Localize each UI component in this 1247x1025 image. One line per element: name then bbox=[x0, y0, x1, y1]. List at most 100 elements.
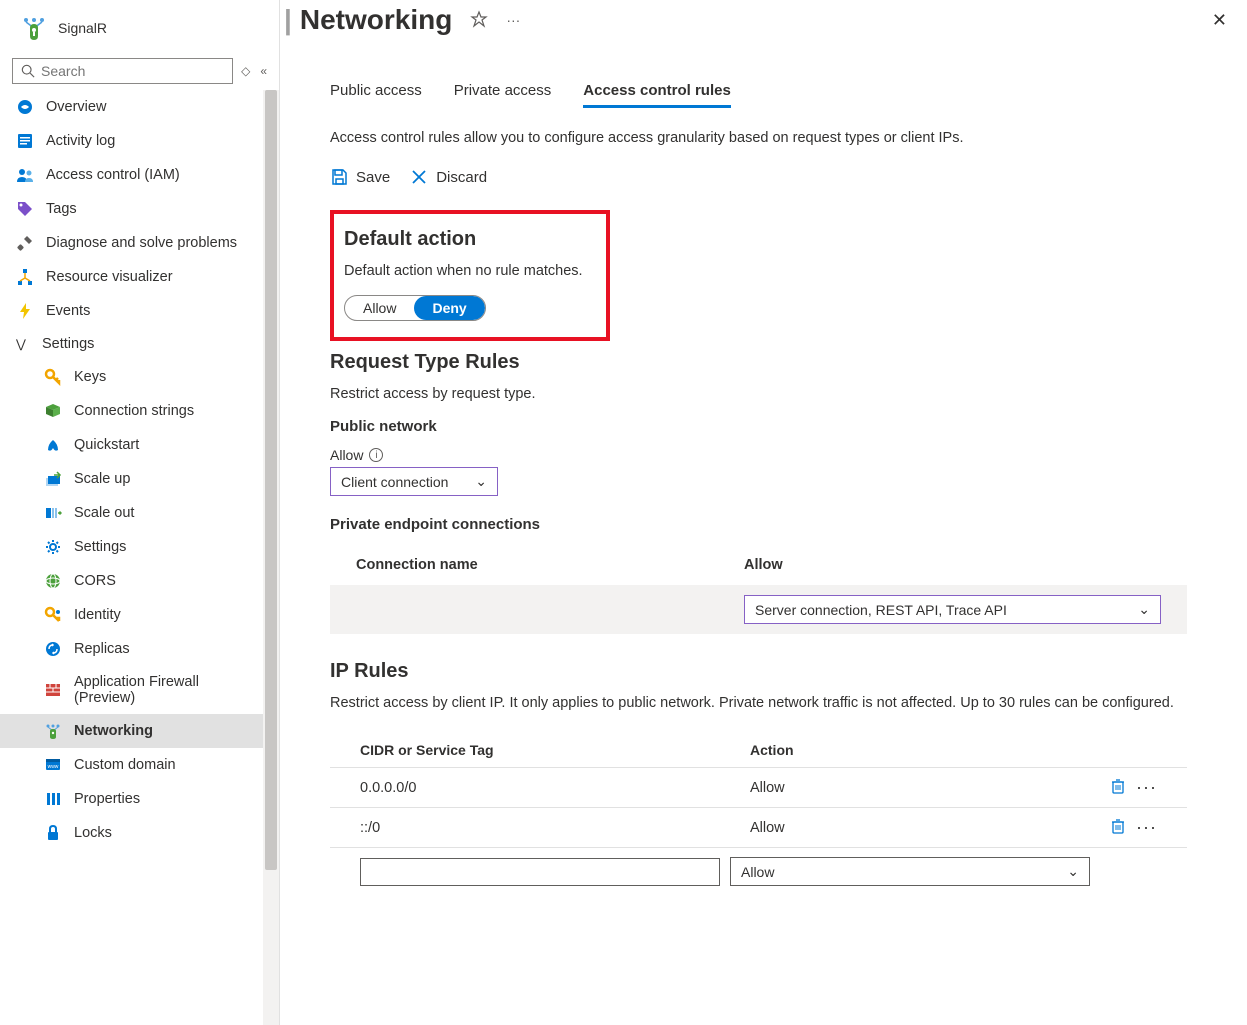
nav-keys[interactable]: Keys bbox=[0, 360, 263, 394]
nav-label: Access control (IAM) bbox=[46, 167, 253, 183]
locks-icon bbox=[44, 824, 62, 842]
nav-list: Overview Activity log Access control (IA… bbox=[0, 90, 279, 1025]
intro-text: Access control rules allow you to config… bbox=[330, 130, 1187, 146]
quickstart-icon bbox=[44, 436, 62, 454]
tab-public-access[interactable]: Public access bbox=[330, 76, 422, 108]
chevron-down-icon: ⌄ bbox=[1067, 863, 1079, 880]
select-value: Client connection bbox=[341, 474, 448, 490]
main-header: | Networking ··· ✕ bbox=[280, 0, 1247, 36]
more-icon[interactable]: ··· bbox=[506, 12, 520, 28]
activity-log-icon bbox=[16, 132, 34, 150]
nav-tags[interactable]: Tags bbox=[0, 192, 263, 226]
nav-label: Settings bbox=[42, 336, 253, 352]
ip-cidr-input[interactable] bbox=[360, 858, 720, 886]
nav-label: Resource visualizer bbox=[46, 269, 253, 285]
sidebar-header: SignalR bbox=[0, 0, 279, 52]
nav-activity-log[interactable]: Activity log bbox=[0, 124, 263, 158]
nav-cors[interactable]: CORS bbox=[0, 564, 263, 598]
ip-table-header: CIDR or Service Tag Action bbox=[330, 733, 1187, 768]
ip-action: Allow bbox=[750, 780, 1100, 796]
nav-label: Tags bbox=[46, 201, 253, 217]
access-control-icon bbox=[16, 166, 34, 184]
save-button[interactable]: Save bbox=[330, 168, 390, 186]
custom-domain-icon: www bbox=[44, 756, 62, 774]
discard-label: Discard bbox=[436, 169, 487, 186]
public-network-select[interactable]: Client connection ⌄ bbox=[330, 467, 498, 496]
nav-label: Identity bbox=[74, 607, 253, 623]
nav-access-control[interactable]: Access control (IAM) bbox=[0, 158, 263, 192]
pec-allow-select[interactable]: Server connection, REST API, Trace API ⌄ bbox=[744, 595, 1161, 624]
search-input[interactable] bbox=[41, 63, 224, 79]
networking-icon bbox=[44, 722, 62, 740]
sidebar: SignalR ◇ « Overview Activity log Access… bbox=[0, 0, 280, 1025]
save-icon bbox=[330, 168, 348, 186]
nav-label: Scale out bbox=[74, 505, 253, 521]
nav-networking[interactable]: Networking bbox=[0, 714, 263, 748]
search-box[interactable] bbox=[12, 58, 233, 84]
ip-action-select[interactable]: Allow ⌄ bbox=[730, 857, 1090, 886]
nav-settings[interactable]: Settings bbox=[0, 530, 263, 564]
nav-properties[interactable]: Properties bbox=[0, 782, 263, 816]
allow-text: Allow bbox=[330, 447, 363, 463]
pec-table-header: Connection name Allow bbox=[330, 545, 1187, 585]
nav-events[interactable]: Events bbox=[0, 294, 263, 328]
col-connection-name: Connection name bbox=[356, 557, 744, 573]
firewall-icon bbox=[44, 681, 62, 699]
ip-action: Allow bbox=[750, 820, 1100, 836]
collapse-icon[interactable]: « bbox=[258, 62, 269, 80]
pec-heading: Private endpoint connections bbox=[330, 516, 1187, 533]
nav-app-firewall[interactable]: Application Firewall (Preview) bbox=[0, 666, 263, 714]
nav-scale-out[interactable]: Scale out bbox=[0, 496, 263, 530]
chevron-down-icon: ⋁ bbox=[16, 337, 30, 351]
pec-value: Server connection, REST API, Trace API bbox=[755, 602, 1007, 618]
ip-new-row: Allow ⌄ bbox=[330, 848, 1187, 895]
keys-icon bbox=[44, 368, 62, 386]
settings-icon bbox=[44, 538, 62, 556]
close-icon[interactable]: ✕ bbox=[1212, 10, 1227, 31]
delete-icon[interactable] bbox=[1110, 818, 1126, 838]
nav-overview[interactable]: Overview bbox=[0, 90, 263, 124]
scrollbar[interactable] bbox=[263, 90, 279, 1025]
chevron-down-icon: ⌄ bbox=[475, 473, 487, 490]
ip-rules-title: IP Rules bbox=[330, 660, 1187, 683]
nav-label: CORS bbox=[74, 573, 253, 589]
properties-icon bbox=[44, 790, 62, 808]
ip-rule-row: ::/0 Allow ··· bbox=[330, 808, 1187, 848]
col-cidr: CIDR or Service Tag bbox=[360, 742, 740, 758]
cors-icon bbox=[44, 572, 62, 590]
nav-scale-up[interactable]: Scale up bbox=[0, 462, 263, 496]
toggle-deny[interactable]: Deny bbox=[414, 296, 484, 320]
tab-private-access[interactable]: Private access bbox=[454, 76, 552, 108]
nav-custom-domain[interactable]: www Custom domain bbox=[0, 748, 263, 782]
nav-label: Activity log bbox=[46, 133, 253, 149]
more-icon[interactable]: ··· bbox=[1136, 817, 1157, 838]
favorite-icon[interactable] bbox=[470, 10, 488, 31]
scale-up-icon bbox=[44, 470, 62, 488]
ip-cidr: 0.0.0.0/0 bbox=[360, 780, 740, 796]
nav-identity[interactable]: Identity bbox=[0, 598, 263, 632]
nav-settings-group[interactable]: ⋁ Settings bbox=[0, 328, 263, 360]
toggle-allow[interactable]: Allow bbox=[345, 296, 414, 320]
col-action: Action bbox=[750, 742, 1100, 758]
nav-locks[interactable]: Locks bbox=[0, 816, 263, 850]
main-body: Public access Private access Access cont… bbox=[280, 36, 1247, 1025]
info-icon[interactable]: i bbox=[369, 448, 383, 462]
tab-access-control-rules[interactable]: Access control rules bbox=[583, 76, 731, 108]
nav-diagnose[interactable]: Diagnose and solve problems bbox=[0, 226, 263, 260]
svg-text:www: www bbox=[48, 764, 59, 770]
sort-icon[interactable]: ◇ bbox=[239, 62, 252, 80]
nav-resource-visualizer[interactable]: Resource visualizer bbox=[0, 260, 263, 294]
nav-label: Overview bbox=[46, 99, 253, 115]
service-name: SignalR bbox=[58, 20, 107, 36]
default-action-toggle[interactable]: Allow Deny bbox=[344, 295, 486, 321]
nav-quickstart[interactable]: Quickstart bbox=[0, 428, 263, 462]
nav-label: Scale up bbox=[74, 471, 253, 487]
discard-button[interactable]: Discard bbox=[410, 168, 487, 186]
nav-replicas[interactable]: Replicas bbox=[0, 632, 263, 666]
more-icon[interactable]: ··· bbox=[1136, 777, 1157, 798]
chevron-down-icon: ⌄ bbox=[1138, 601, 1150, 618]
default-action-title: Default action bbox=[344, 228, 596, 251]
delete-icon[interactable] bbox=[1110, 778, 1126, 798]
nav-label: Custom domain bbox=[74, 757, 253, 773]
nav-connection-strings[interactable]: Connection strings bbox=[0, 394, 263, 428]
